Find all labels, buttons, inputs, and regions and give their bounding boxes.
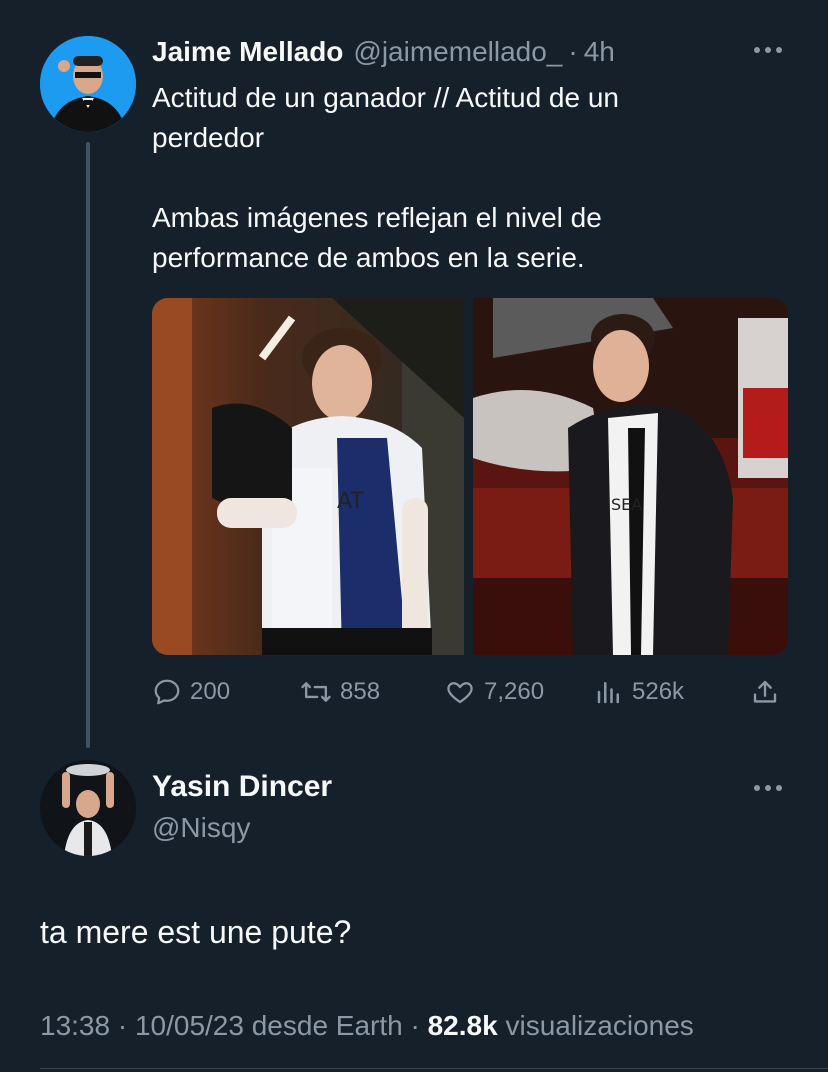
- tweet-header: Jaime Mellado @jaimemellado_ · 4h: [152, 36, 615, 70]
- photo-player-left: AT: [152, 298, 464, 655]
- media-image-right[interactable]: SEA: [473, 298, 788, 655]
- reply-meta: 13:38 · 10/05/23 desde Earth · 82.8k vis…: [40, 1010, 694, 1042]
- views-count: 526k: [632, 678, 685, 705]
- reply-count: 200: [190, 678, 231, 705]
- reply-timestamp[interactable]: 13:38 · 10/05/23 desde Earth: [40, 1010, 403, 1041]
- jersey-text-left: AT: [337, 489, 364, 514]
- tweet-thread-page: Jaime Mellado @jaimemellado_ · 4h Actitu…: [0, 0, 828, 1072]
- tweet-action-bar: 200 858 7,260 526k: [152, 672, 788, 712]
- like-count: 7,260: [484, 678, 545, 705]
- reply-views-label: visualizaciones: [505, 1010, 694, 1041]
- divider: [40, 1068, 828, 1069]
- photo-player-right: SEA: [473, 298, 788, 655]
- tweet-time[interactable]: 4h: [584, 36, 615, 68]
- views-action[interactable]: 526k: [594, 672, 684, 712]
- tweet-text-line: performance de ambos en la serie.: [152, 242, 585, 273]
- share-action[interactable]: [750, 672, 788, 712]
- avatar-yasin[interactable]: [40, 760, 136, 856]
- bar-chart-icon: [597, 682, 619, 704]
- retweet-count: 858: [340, 678, 381, 705]
- retweet-icon: [301, 682, 331, 702]
- retweet-action[interactable]: 858: [300, 672, 380, 712]
- more-dots-icon[interactable]: [750, 40, 786, 60]
- avatar-jaime[interactable]: [40, 36, 136, 132]
- tweet-text-line: perdedor: [152, 122, 265, 153]
- author-handle[interactable]: @jaimemellado_: [353, 36, 562, 68]
- avatar-jaime-image: [40, 36, 136, 132]
- tweet-text-line: Ambas imágenes reflejan el nivel de: [152, 202, 602, 233]
- thread-connector-line: [86, 142, 90, 748]
- reply-author-handle[interactable]: @Nisqy: [152, 812, 250, 844]
- share-icon: [753, 680, 777, 703]
- tweet-text: Actitud de un ganador // Actitud de un p…: [152, 78, 772, 278]
- reply-text: ta mere est une pute?: [40, 914, 352, 950]
- like-action[interactable]: 7,260: [444, 672, 544, 712]
- reply-views-count: 82.8k: [427, 1010, 498, 1041]
- tweet-text-line: Actitud de un ganador // Actitud de un: [152, 82, 620, 113]
- speech-bubble-icon: [154, 679, 180, 705]
- jersey-text-right: SEA: [611, 495, 642, 514]
- reply-action[interactable]: 200: [152, 672, 230, 712]
- media-image-left[interactable]: AT: [152, 298, 467, 655]
- author-name[interactable]: Jaime Mellado: [152, 36, 343, 68]
- meta-separator: ·: [410, 1010, 420, 1041]
- tweet-media: AT SEA: [152, 298, 788, 655]
- more-dots-icon[interactable]: [750, 778, 786, 798]
- avatar-yasin-image: [40, 760, 136, 856]
- heart-icon: [447, 682, 473, 704]
- header-separator: ·: [568, 36, 578, 67]
- reply-author-name[interactable]: Yasin Dincer: [152, 770, 332, 804]
